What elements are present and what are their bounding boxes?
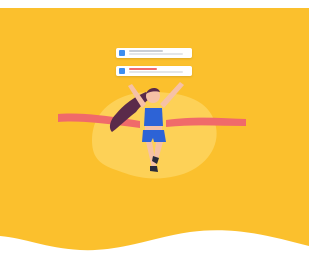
checkbox-icon bbox=[119, 50, 125, 56]
checkbox-icon bbox=[119, 68, 125, 74]
runner-top bbox=[144, 108, 163, 126]
task-line-placeholder bbox=[129, 71, 183, 73]
finish-line-illustration bbox=[0, 8, 309, 251]
runner-shoe-left bbox=[150, 166, 158, 172]
illustration-scene bbox=[0, 0, 309, 266]
task-line-placeholder bbox=[129, 53, 183, 55]
task-card bbox=[116, 48, 192, 58]
task-line-placeholder bbox=[129, 50, 163, 52]
task-line-placeholder bbox=[129, 68, 157, 70]
task-card bbox=[116, 66, 192, 76]
runner-shorts bbox=[142, 130, 166, 142]
